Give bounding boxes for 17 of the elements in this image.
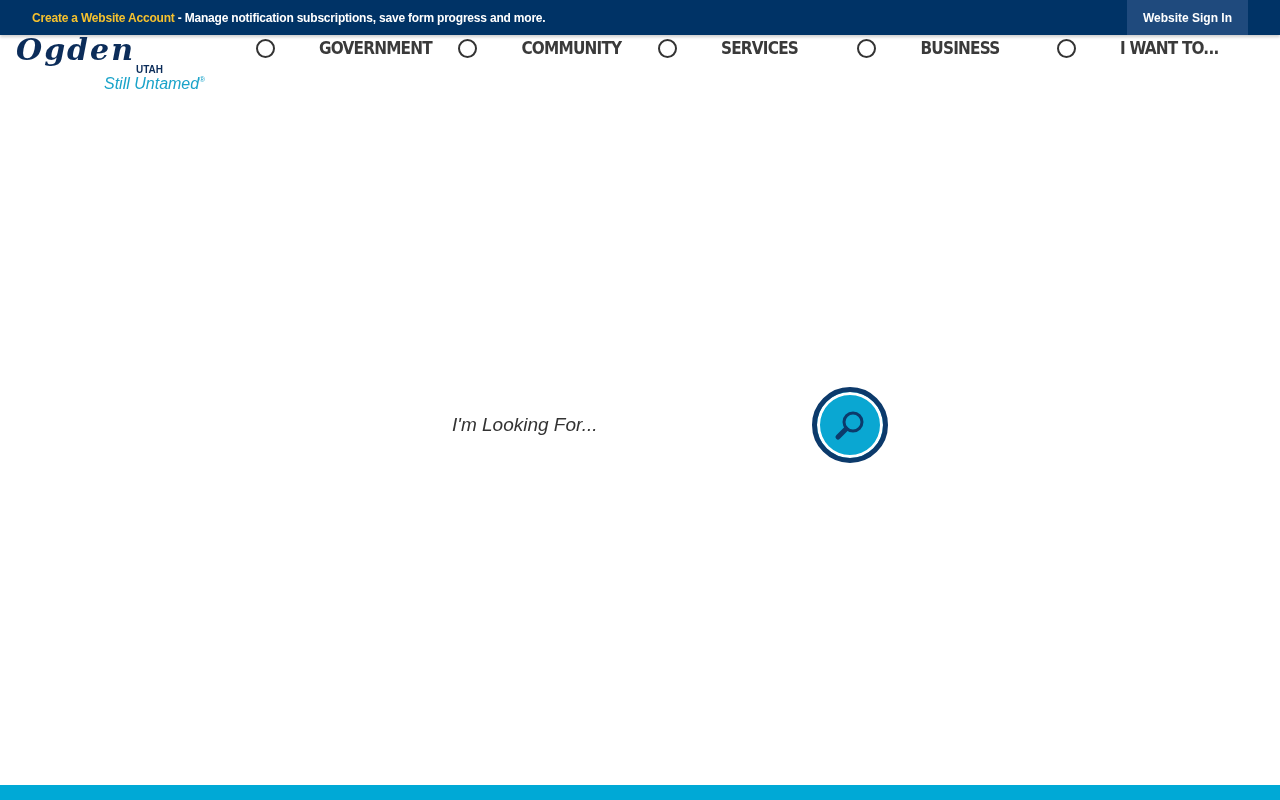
nav-link[interactable]: COMMUNITY <box>521 38 632 58</box>
registered-mark: ® <box>199 75 206 84</box>
circle-icon[interactable] <box>458 38 478 58</box>
logo-tagline: Still Untamed <box>104 75 200 93</box>
nav-link[interactable]: BUSINESS <box>920 38 1031 58</box>
nav-link[interactable]: I WANT TO... <box>1120 38 1230 58</box>
circle-icon[interactable] <box>1057 38 1076 58</box>
circle-icon[interactable] <box>256 38 275 58</box>
nav-link[interactable]: SERVICES <box>720 38 831 58</box>
create-account-link[interactable]: Create a Website Account <box>32 10 175 25</box>
circle-icon[interactable] <box>657 38 677 58</box>
circle-icon[interactable] <box>857 38 877 58</box>
nav-link[interactable]: GOVERNMENT <box>319 38 432 58</box>
sign-in-button[interactable]: Website Sign In <box>1126 0 1248 35</box>
logo-wordmark[interactable]: Ogden <box>16 35 135 65</box>
account-message: Create a Website Account - Manage notification subscriptions, save form progress and more. <box>32 10 546 25</box>
logo-state: UTAH <box>136 65 164 75</box>
